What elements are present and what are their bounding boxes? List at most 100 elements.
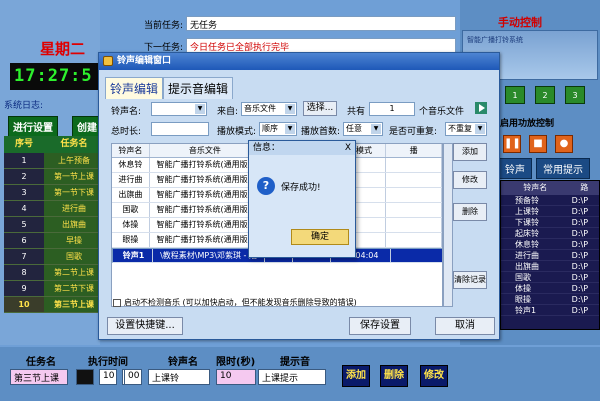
modify-task-button[interactable]: 修改 (420, 365, 448, 387)
mini-button-1[interactable]: 1 (505, 86, 525, 104)
list-item[interactable]: 国歌 D:\P (501, 272, 599, 283)
row-num: 2 (4, 169, 44, 184)
ring-name-select[interactable]: ▼ (151, 102, 207, 116)
row-name: 第一节上课 (44, 169, 104, 184)
prompt-label: 提示音 (280, 357, 310, 368)
table-row[interactable]: 6 早操 (4, 233, 104, 249)
time-hour-field[interactable]: 10 (99, 369, 117, 385)
dialog-titlebar[interactable]: 铃声编辑窗口 (99, 53, 499, 70)
table-row[interactable]: 8 第二节上课 (4, 265, 104, 281)
total-count-field: 1 (369, 102, 415, 116)
mini-buttons: 1 2 3 (505, 86, 585, 104)
grid-scrollbar[interactable] (443, 143, 453, 307)
schedule-button[interactable]: 进行设置 (8, 116, 58, 137)
right-tabs: 铃声 常用提示 (498, 158, 590, 179)
row-num: 1 (4, 153, 44, 168)
table-row[interactable]: 3 第一节下课 (4, 185, 104, 201)
row-name: 出旗曲 (44, 217, 104, 232)
task-name-input[interactable]: 第三节上课 (10, 369, 68, 385)
ok-button[interactable]: 确定 (291, 229, 349, 245)
delete-task-button[interactable]: 删除 (380, 365, 408, 387)
info-title: 信息： (253, 143, 281, 153)
skip-check-option[interactable]: 启动不检测音乐 (可以加快启动，但不能发现音乐删除导致的错误) (113, 297, 357, 308)
play-mode-label: 播放模式: (217, 127, 257, 137)
delete-button[interactable]: 删除 (453, 203, 487, 221)
tab-ring[interactable]: 铃声 (498, 158, 532, 179)
choose-button[interactable]: 选择... (303, 101, 337, 116)
list-item[interactable]: 体操 D:\P (501, 283, 599, 294)
table-row[interactable]: 7 国歌 (4, 249, 104, 265)
ring-name-select[interactable]: 上课铃 (148, 369, 210, 385)
play-count-select[interactable]: 任意 ▼ (343, 122, 383, 136)
play-mode-select[interactable]: 顺序 ▼ (259, 122, 297, 136)
tab-common-prompt[interactable]: 常用提示 (536, 158, 590, 179)
info-titlebar[interactable]: 信息： X (249, 141, 355, 155)
list-item[interactable]: 上课铃 D:\P (501, 206, 599, 217)
tab-prompt-edit[interactable]: 提示音编辑 (163, 77, 234, 99)
chevron-down-icon: ▼ (371, 124, 381, 134)
time-hour[interactable] (76, 369, 94, 385)
table-row[interactable]: 2 第一节上课 (4, 169, 104, 185)
info-message: 保存成功! (281, 182, 321, 193)
mini-button-2[interactable]: 2 (535, 86, 555, 104)
list-item[interactable]: 下课铃 D:\P (501, 217, 599, 228)
list-item[interactable]: 预备铃 D:\P (501, 195, 599, 206)
row-name: 第一节下课 (44, 185, 104, 200)
repeat-select[interactable]: 不重复 ▼ (445, 122, 487, 136)
add-task-button[interactable]: 添加 (342, 365, 370, 387)
limit-label: 限时(秒) (216, 357, 256, 368)
row-name: 进行曲 (44, 201, 104, 216)
clock-display: 17:27:5 (10, 63, 102, 90)
checkbox[interactable] (113, 298, 121, 307)
col-path: 路 (580, 183, 589, 192)
list-item[interactable]: 起床铃 D:\P (501, 228, 599, 239)
row-name: 第三节上课 (44, 297, 104, 312)
save-settings-button[interactable]: 保存设置 (349, 317, 411, 335)
task-name-label: 任务名 (26, 357, 56, 368)
col-ring-name: 铃声名 (523, 183, 548, 192)
dialog-tabs: 铃声编辑 提示音编辑 (105, 77, 234, 99)
mini-button-3[interactable]: 3 (565, 86, 585, 104)
add-button[interactable]: 添加 (453, 143, 487, 161)
play-icon[interactable] (475, 102, 487, 114)
info-body: ? 保存成功! (257, 177, 321, 195)
list-item[interactable]: 铃声1 D:\P (501, 305, 599, 316)
ring-name-label: 铃声名: (111, 107, 142, 117)
chevron-down-icon: ▼ (285, 104, 295, 114)
shortcut-button[interactable]: 设置快捷键... (107, 317, 183, 335)
next-task-value: 今日任务已全部执行完毕 (186, 38, 456, 53)
record-icon[interactable]: ● (555, 135, 573, 153)
modify-button[interactable]: 修改 (453, 171, 487, 189)
table-row[interactable]: 9 第二节下课 (4, 281, 104, 297)
stop-icon[interactable]: ■ (529, 135, 547, 153)
table-row[interactable]: 1 上午预备 (4, 153, 104, 169)
close-icon[interactable]: X (345, 141, 351, 155)
row-name: 第二节下课 (44, 281, 104, 296)
task-table: 序号 任务名 1 上午预备 2 第一节上课 3 第一节下课 4 进行曲 5 出旗曲 6 早操… (4, 136, 104, 313)
clear-records-button[interactable]: 清除记录 (453, 271, 487, 289)
pause-icon[interactable]: ❚❚ (503, 135, 521, 153)
ring-list-header: 铃声名 路 (501, 181, 599, 195)
list-item[interactable]: 出旗曲 D:\P (501, 261, 599, 272)
list-item[interactable]: 眼操 D:\P (501, 294, 599, 305)
table-row-selected[interactable]: 10 第三节上课 (4, 297, 104, 313)
limit-input[interactable]: 10 (216, 369, 256, 385)
prompt-select[interactable]: 上课提示 (258, 369, 326, 385)
playback-controls: ❚❚ ■ ● (503, 135, 573, 153)
col-num: 序号 (14, 139, 33, 149)
cancel-button[interactable]: 取消 (435, 317, 495, 335)
list-item[interactable]: 进行曲 D:\P (501, 250, 599, 261)
time-second-field[interactable]: 00 (124, 369, 142, 385)
row-num: 3 (4, 185, 44, 200)
table-row[interactable]: 4 进行曲 (4, 201, 104, 217)
exec-time-label: 执行时间 (88, 357, 128, 368)
list-item[interactable]: 休息铃 D:\P (501, 239, 599, 250)
source-select[interactable]: 音乐文件 ▼ (241, 102, 297, 116)
row-name: 第二节上课 (44, 265, 104, 280)
tab-ring-edit[interactable]: 铃声编辑 (105, 77, 164, 99)
current-task-label: 当前任务: (144, 21, 184, 31)
repeat-label: 是否可重复: (389, 127, 438, 137)
banner-text: 智能广播打铃系统 (467, 36, 523, 44)
question-icon: ? (257, 177, 275, 195)
table-row[interactable]: 5 出旗曲 (4, 217, 104, 233)
